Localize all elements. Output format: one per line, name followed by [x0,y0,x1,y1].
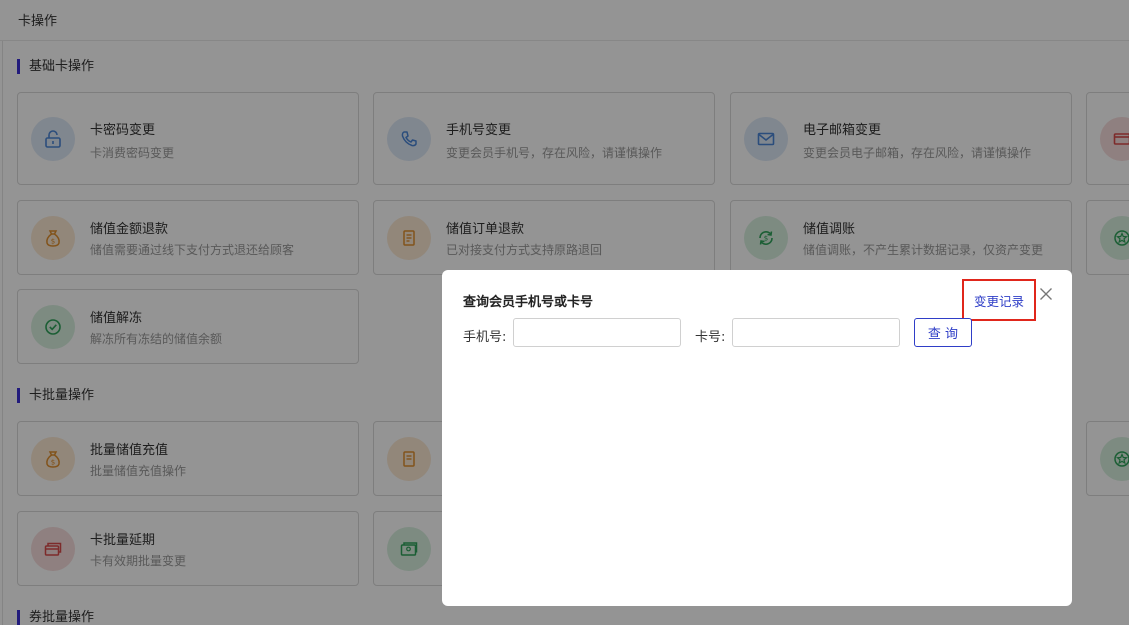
change-history-link[interactable]: 变更记录 [962,279,1036,321]
close-icon[interactable] [1039,286,1055,302]
phone-input[interactable] [513,318,681,347]
card-number-label: 卡号: [695,330,726,345]
phone-label: 手机号: [463,330,507,345]
query-button[interactable]: 查 询 [914,318,972,347]
search-member-dialog: 查询会员手机号或卡号 变更记录 手机号: 卡号: 查 询 [442,270,1072,606]
dialog-title: 查询会员手机号或卡号 [463,295,594,310]
card-number-input[interactable] [732,318,900,347]
